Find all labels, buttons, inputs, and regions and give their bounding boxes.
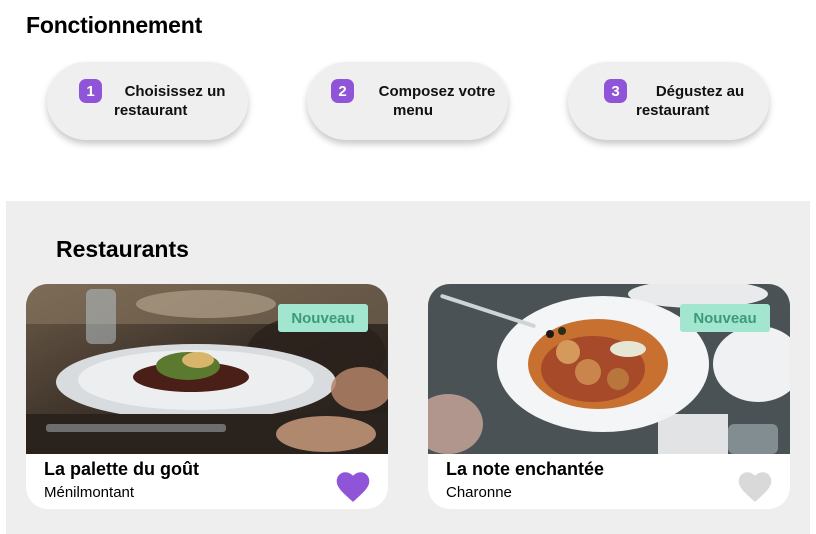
- restaurant-card[interactable]: Nouveau La palette du goût Ménilmontant: [26, 284, 388, 509]
- step-text-line2: restaurant: [636, 102, 710, 119]
- step-text: Dégustez au restaurant: [634, 82, 754, 120]
- step-number-badge: 1: [79, 79, 102, 103]
- step-number-badge: 2: [331, 79, 354, 103]
- restaurant-area: Ménilmontant: [44, 484, 135, 501]
- step-text-line1: Choisissez un: [124, 83, 226, 100]
- restaurant-card[interactable]: Nouveau La note enchantée Charonne: [428, 284, 790, 509]
- restaurant-name: La note enchantée: [446, 459, 605, 479]
- restaurant-area: Charonne: [446, 484, 512, 501]
- new-badge: Nouveau: [278, 304, 368, 332]
- step-card-1: 1 Choisissez un restaurant: [47, 62, 248, 140]
- new-badge: Nouveau: [680, 304, 770, 332]
- restaurants-section: Restaurants Nouveau La palette du goût M…: [6, 201, 810, 534]
- step-number-badge: 3: [604, 79, 627, 103]
- heart-icon[interactable]: [336, 471, 370, 503]
- heart-icon[interactable]: [738, 471, 772, 503]
- step-card-2: 2 Composez votre menu: [307, 62, 508, 140]
- step-text-line2: restaurant: [114, 102, 188, 119]
- restaurant-name: La palette du goût: [44, 459, 199, 479]
- step-card-3: 3 Dégustez au restaurant: [568, 62, 769, 140]
- step-text-line1: Dégustez au: [655, 83, 745, 100]
- step-text-line2: menu: [393, 102, 434, 119]
- step-text-line1: Composez votre: [378, 83, 496, 100]
- step-text: Composez votre menu: [373, 82, 501, 120]
- step-text: Choisissez un restaurant: [109, 82, 229, 120]
- section-title-restaurants: Restaurants: [56, 236, 189, 262]
- section-title-how-it-works: Fonctionnement: [26, 12, 203, 38]
